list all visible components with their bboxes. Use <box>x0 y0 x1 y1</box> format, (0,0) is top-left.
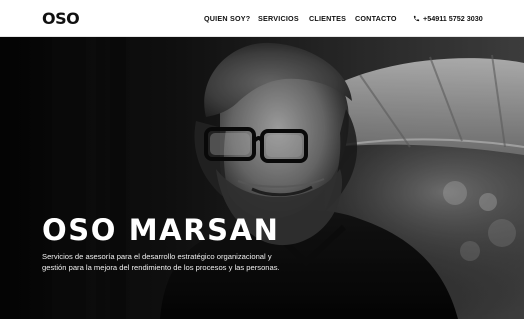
nav-link-clientes[interactable]: CLIENTES <box>309 0 346 37</box>
phone-number: +54911 5752 3030 <box>423 14 483 23</box>
hero-background-photo <box>0 37 524 319</box>
hero-section: OSO MARSAN Servicios de asesoría para el… <box>0 37 524 319</box>
top-navigation-bar: OSO QUIEN SOY? SERVICIOS CLIENTES CONTAC… <box>0 0 524 37</box>
nav-link-quien-soy[interactable]: QUIEN SOY? <box>204 0 250 37</box>
phone-icon <box>413 15 420 22</box>
hero-description: Servicios de asesoría para el desarrollo… <box>42 252 280 272</box>
nav-link-contacto[interactable]: CONTACTO <box>355 0 397 37</box>
nav-link-servicios[interactable]: SERVICIOS <box>258 0 299 37</box>
site-logo[interactable]: OSO <box>42 9 80 29</box>
hero-title: OSO MARSAN <box>42 213 280 247</box>
phone-link[interactable]: +54911 5752 3030 <box>413 0 483 37</box>
page: OSO QUIEN SOY? SERVICIOS CLIENTES CONTAC… <box>0 0 524 319</box>
